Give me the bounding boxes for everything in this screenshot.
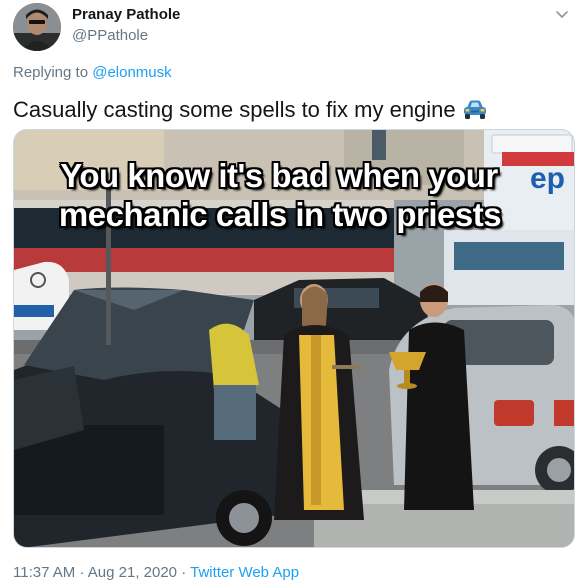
meme-caption-line-1: You know it's bad when your (60, 157, 498, 194)
chevron-down-icon[interactable] (554, 6, 570, 22)
tweet-card: Pranay Pathole @PPathole Replying to @el… (0, 0, 587, 588)
tweet-photo[interactable]: ep You know it's bad when your mechanic … (13, 129, 575, 548)
tweet-source-link[interactable]: Twitter Web App (190, 564, 299, 581)
author-handle[interactable]: @PPathole (72, 27, 180, 45)
tweet-text-content: Casually casting some spells to fix my e… (13, 97, 456, 122)
tweet-time[interactable]: 11:37 AM (13, 564, 75, 581)
meta-separator: · (181, 564, 187, 581)
meta-separator: · (79, 564, 85, 581)
replying-to-label: Replying to (13, 64, 89, 81)
tweet-metadata: 11:37 AM · Aug 21, 2020 · Twitter Web Ap… (13, 564, 299, 582)
replying-to: Replying to @elonmusk (13, 64, 172, 82)
tweet-text: Casually casting some spells to fix my e… (13, 96, 488, 127)
author-avatar[interactable] (13, 3, 61, 51)
tweet-date[interactable]: Aug 21, 2020 (88, 564, 177, 581)
author-display-name[interactable]: Pranay Pathole (72, 6, 180, 24)
meme-caption-line-2: mechanic calls in two priests (58, 196, 502, 233)
blue-car-emoji-icon (462, 98, 488, 127)
author-block[interactable]: Pranay Pathole @PPathole (72, 6, 180, 45)
reply-mention-link[interactable]: @elonmusk (92, 64, 171, 81)
